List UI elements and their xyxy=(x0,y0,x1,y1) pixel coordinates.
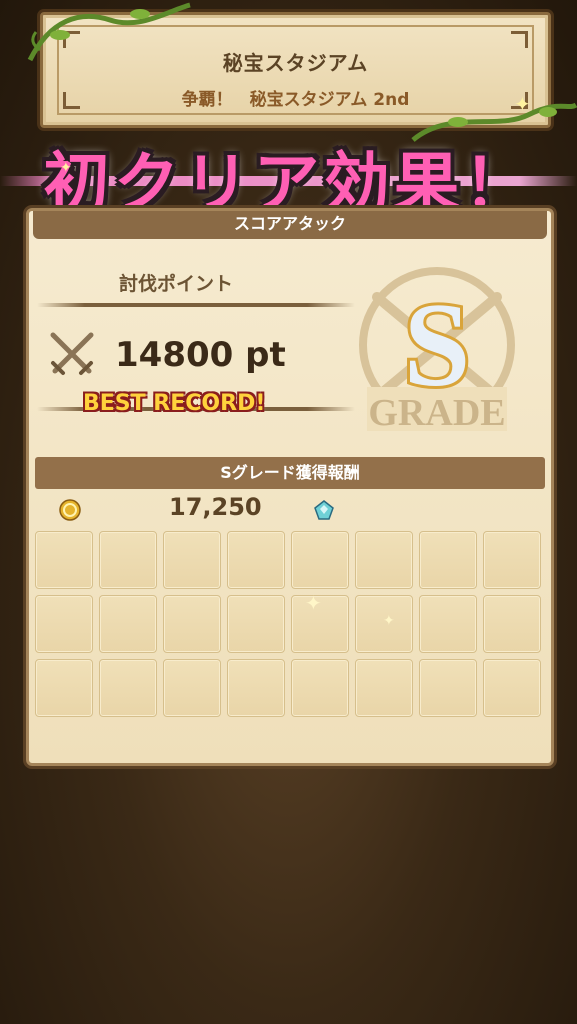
s-grade-emblem-icon: GRADE S xyxy=(359,267,515,434)
reward-slot[interactable] xyxy=(35,531,93,589)
reward-slot[interactable] xyxy=(35,659,93,717)
reward-slot[interactable] xyxy=(483,595,541,653)
reward-row: 17,250 xyxy=(29,493,551,527)
corner-ornament xyxy=(511,31,528,48)
reward-slot[interactable] xyxy=(163,659,221,717)
reward-slot[interactable] xyxy=(99,659,157,717)
crossed-swords-icon xyxy=(50,332,94,375)
reward-slot[interactable] xyxy=(163,531,221,589)
sparkle-icon: ✦ xyxy=(305,591,322,615)
score-attack-header: スコアアタック xyxy=(33,211,547,239)
sparkle-icon: ✦ xyxy=(383,613,395,629)
best-record-badge: BEST RECORD! xyxy=(83,391,266,416)
reward-slot[interactable] xyxy=(419,659,477,717)
score-value: 14800 pt xyxy=(115,335,286,375)
blue-crystal-icon xyxy=(314,500,334,520)
reward-slot[interactable] xyxy=(291,531,349,589)
reward-slot[interactable] xyxy=(355,531,413,589)
coin-reward-value: 17,250 xyxy=(169,493,262,521)
sparkle-icon: ✦ xyxy=(60,160,72,176)
reward-slot[interactable] xyxy=(99,531,157,589)
reward-slot[interactable] xyxy=(35,595,93,653)
reward-slot[interactable] xyxy=(227,659,285,717)
reward-slot[interactable] xyxy=(419,531,477,589)
divider xyxy=(37,303,355,307)
reward-slot[interactable] xyxy=(419,595,477,653)
reward-slot[interactable] xyxy=(163,595,221,653)
gold-coin-icon xyxy=(59,499,81,521)
points-label: 討伐ポイント xyxy=(119,273,234,295)
reward-slot[interactable] xyxy=(99,595,157,653)
reward-slot[interactable] xyxy=(227,595,285,653)
reward-slot-grid xyxy=(35,531,545,717)
sparkle-icon: ✦ xyxy=(514,92,531,116)
grade-letter: S xyxy=(404,278,471,411)
reward-slot[interactable] xyxy=(291,659,349,717)
reward-slot[interactable] xyxy=(355,659,413,717)
reward-title-bar: Sグレード獲得報酬 xyxy=(35,457,545,489)
reward-slot[interactable] xyxy=(227,531,285,589)
result-panel: スコアアタック 討伐ポイント 14800 pt BEST RECORD! GRA… xyxy=(26,208,554,766)
vine-decoration-icon xyxy=(27,2,191,62)
reward-slot[interactable] xyxy=(483,531,541,589)
reward-slot[interactable] xyxy=(483,659,541,717)
